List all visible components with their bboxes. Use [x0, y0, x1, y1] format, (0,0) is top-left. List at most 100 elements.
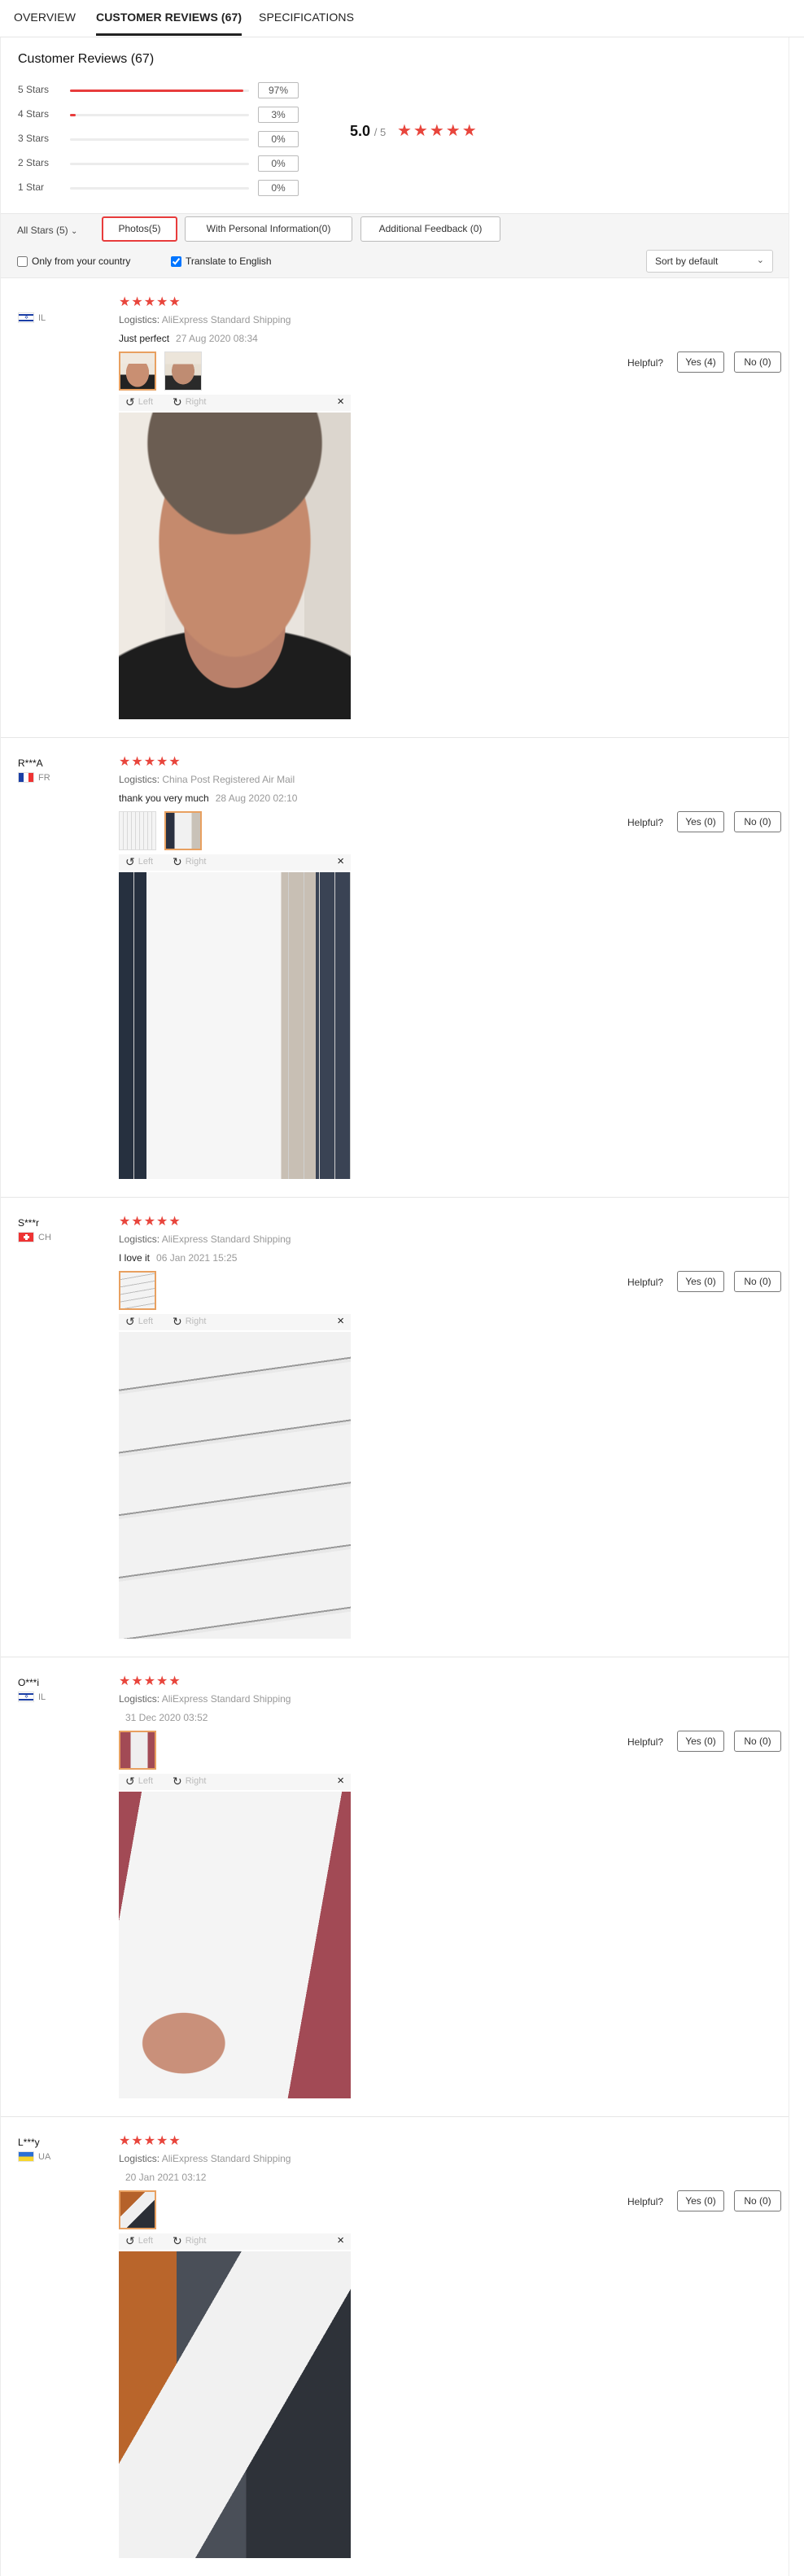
reviewer-country: CH — [18, 1232, 51, 1242]
tab-specifications[interactable]: SPECIFICATIONS — [259, 11, 354, 24]
image-viewer-toolbar: ↺ Left ↻ Right × — [119, 395, 351, 411]
rotate-right-button[interactable]: ↻ Right — [173, 396, 206, 408]
rotate-right-icon: ↻ — [173, 1315, 182, 1328]
filter-personal-info-chip[interactable]: With Personal Information(0) — [185, 216, 352, 242]
close-icon[interactable]: × — [337, 854, 344, 868]
translate-label: Translate to English — [186, 255, 272, 267]
logistics-label: Logistics: — [119, 1693, 160, 1705]
review-thumbnail[interactable] — [119, 1731, 156, 1770]
review-thumbnail[interactable] — [119, 1271, 156, 1310]
logistics-value: AliExpress Standard Shipping — [161, 1233, 291, 1245]
review-text-line: 31 Dec 2020 03:52 — [119, 1712, 208, 1723]
rotate-left-label: Left — [138, 1776, 154, 1786]
helpful-no-button[interactable]: No (0) — [734, 1731, 781, 1752]
rotate-left-label: Left — [138, 2236, 154, 2246]
tab-customer-reviews[interactable]: CUSTOMER REVIEWS (67) — [96, 11, 243, 36]
only-country-input[interactable] — [17, 255, 28, 267]
helpful-yes-button[interactable]: Yes (0) — [677, 1731, 724, 1752]
rating-row-1[interactable]: 1 Star 0% — [18, 180, 299, 196]
rotate-right-button[interactable]: ↻ Right — [173, 1775, 206, 1787]
helpful-no-button[interactable]: No (0) — [734, 811, 781, 832]
filter-photos-chip[interactable]: Photos(5) — [102, 216, 177, 242]
rotate-left-button[interactable]: ↺ Left — [125, 1316, 154, 1327]
reviewer-country: FR — [18, 772, 50, 783]
helpful-yes-button[interactable]: Yes (0) — [677, 2190, 724, 2211]
review-photo — [119, 872, 351, 1179]
review-text-line: I love it 06 Jan 2021 15:25 — [119, 1252, 237, 1264]
tab-bar: OVERVIEW CUSTOMER REVIEWS (67) SPECIFICA… — [0, 0, 804, 37]
rotate-left-icon: ↺ — [125, 855, 135, 868]
logistics-value: AliExpress Standard Shipping — [161, 1693, 291, 1705]
flag-il-icon: ✡ — [18, 312, 34, 323]
rating-row-5[interactable]: 5 Stars 97% — [18, 82, 299, 98]
rotate-left-button[interactable]: ↺ Left — [125, 2235, 154, 2246]
logistics-value: AliExpress Standard Shipping — [161, 2153, 291, 2164]
review-stars: ★★★★★ — [119, 755, 181, 769]
logistics-line: Logistics: AliExpress Standard Shipping — [119, 314, 291, 325]
helpful-yes-button[interactable]: Yes (4) — [677, 351, 724, 373]
review-thumbnails — [119, 1731, 156, 1770]
stars-filter-dropdown[interactable]: All Stars (5) ⌄ — [17, 225, 77, 236]
close-icon[interactable]: × — [337, 1774, 344, 1788]
rating-row-4[interactable]: 4 Stars 3% — [18, 107, 299, 123]
rating-row-3[interactable]: 3 Stars 0% — [18, 131, 299, 147]
rating-bar — [70, 187, 249, 190]
review-text-line: thank you very much 28 Aug 2020 02:10 — [119, 792, 297, 804]
review-thumbnail[interactable] — [164, 351, 202, 391]
image-viewer-toolbar: ↺ Left ↻ Right × — [119, 854, 351, 871]
only-country-checkbox[interactable]: Only from your country — [17, 255, 130, 267]
rotate-left-button[interactable]: ↺ Left — [125, 1775, 154, 1787]
close-icon[interactable]: × — [337, 395, 344, 408]
flag-ua-icon — [18, 2151, 34, 2162]
image-viewer-toolbar: ↺ Left ↻ Right × — [119, 2233, 351, 2250]
rotate-left-label: Left — [138, 1316, 154, 1326]
rotate-right-label: Right — [185, 857, 207, 867]
logistics-value: AliExpress Standard Shipping — [161, 314, 291, 325]
translate-input[interactable] — [171, 255, 181, 267]
helpful-yes-button[interactable]: Yes (0) — [677, 1271, 724, 1292]
rating-label: 3 Stars — [18, 133, 50, 144]
rating-label: 5 Stars — [18, 84, 50, 95]
country-code: UA — [38, 2151, 51, 2162]
review-thumbnails — [119, 1271, 156, 1310]
sort-select[interactable]: Sort by default ⌄ — [646, 250, 773, 273]
logistics-line: Logistics: AliExpress Standard Shipping — [119, 1693, 291, 1705]
helpful-no-button[interactable]: No (0) — [734, 1271, 781, 1292]
rating-bar — [70, 138, 249, 141]
rating-label: 2 Stars — [18, 157, 50, 168]
average-out-of: / 5 — [374, 126, 387, 138]
translate-checkbox[interactable]: Translate to English — [171, 255, 272, 267]
rotate-left-button[interactable]: ↺ Left — [125, 855, 153, 868]
close-icon[interactable]: × — [337, 2233, 344, 2247]
helpful-label: Helpful? — [627, 817, 664, 828]
review-thumbnail[interactable] — [119, 811, 156, 850]
review-thumbnail[interactable] — [164, 811, 202, 850]
review-thumbnails — [119, 2190, 156, 2229]
helpful-no-button[interactable]: No (0) — [734, 2190, 781, 2211]
sort-label: Sort by default — [655, 255, 719, 267]
review-photo — [119, 413, 351, 719]
rotate-left-button[interactable]: ↺ Left — [125, 396, 153, 408]
rotate-right-button[interactable]: ↻ Right — [173, 1315, 206, 1328]
stars-filter-label: All Stars (5) — [17, 225, 68, 236]
rotate-right-button[interactable]: ↻ Right — [173, 2234, 206, 2247]
filter-additional-feedback-chip[interactable]: Additional Feedback (0) — [360, 216, 500, 242]
review-thumbnail[interactable] — [119, 351, 156, 391]
review-text: Just perfect — [119, 333, 170, 344]
tab-overview[interactable]: OVERVIEW — [14, 11, 76, 24]
country-code: FR — [38, 772, 50, 783]
rotate-right-icon: ↻ — [173, 855, 182, 868]
rotate-right-button[interactable]: ↻ Right — [173, 855, 207, 868]
helpful-no-button[interactable]: No (0) — [734, 351, 781, 373]
flag-fr-icon — [18, 772, 34, 783]
chevron-down-icon: ⌄ — [756, 255, 764, 265]
rating-percent: 0% — [258, 155, 299, 172]
review-text: I love it — [119, 1252, 151, 1264]
helpful-yes-button[interactable]: Yes (0) — [677, 811, 724, 832]
reviewer-name: L***y — [18, 2137, 40, 2148]
review-thumbnail[interactable] — [119, 2190, 156, 2229]
rating-row-2[interactable]: 2 Stars 0% — [18, 155, 299, 172]
close-icon[interactable]: × — [337, 1314, 344, 1328]
rating-label: 4 Stars — [18, 108, 50, 120]
rotate-right-icon: ↻ — [173, 2234, 182, 2247]
